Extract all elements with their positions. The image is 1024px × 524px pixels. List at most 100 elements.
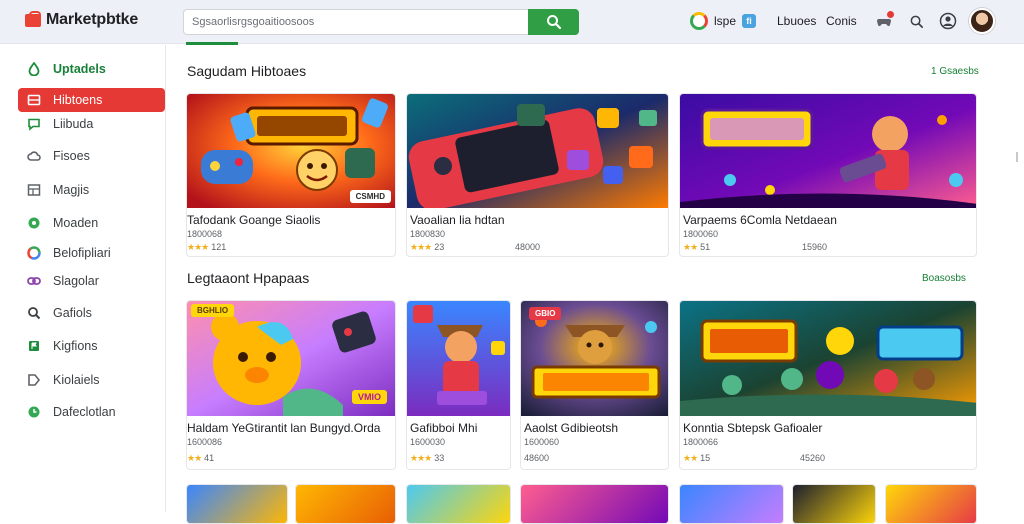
rating-value: 15 [700, 453, 711, 463]
section-title: Legtaaont Hpapaas [187, 270, 310, 286]
game-card[interactable] [186, 484, 288, 524]
card-title: Konntia Sbtepsk Gafioaler [683, 421, 823, 435]
table-icon [27, 184, 41, 196]
search-icon [546, 15, 561, 30]
search-bar [183, 9, 579, 35]
search-button[interactable] [528, 9, 579, 35]
card-rating: ★★ 51 [683, 242, 710, 253]
chat-icon [28, 118, 40, 131]
avatar[interactable] [969, 8, 995, 34]
game-card[interactable] [792, 484, 876, 524]
sidebar-item-slagolar[interactable]: Slagolar [18, 269, 165, 293]
rating-value: 23 [434, 242, 445, 252]
card-meta: 1600060 [524, 437, 560, 447]
game-thumbnail [793, 485, 875, 523]
rating-value: 51 [700, 242, 711, 252]
see-all-link[interactable]: 1 Gsaesbs [931, 66, 979, 77]
nav-link-2[interactable]: Conis [826, 8, 857, 34]
sidebar-item-label: Uptadels [53, 62, 106, 76]
game-card[interactable] [406, 484, 511, 524]
search-icon [28, 307, 41, 320]
card-rating: ★★ 41 [187, 453, 214, 464]
language-label: lspe [714, 14, 737, 28]
rating-stars: ★★★ [410, 453, 432, 463]
card-download-count: 45260 [800, 453, 826, 463]
sidebar-item-kiolaiels[interactable]: Kiolaiels [18, 368, 165, 392]
card-rating: ★★ 15 [683, 453, 710, 464]
sidebar-item-belofipliari[interactable]: Belofipliari [18, 241, 165, 265]
rating-stars: ★★★ [187, 242, 209, 252]
card-rating: ★★★ 23 [410, 242, 444, 253]
scrollbar-thumb[interactable] [1016, 152, 1018, 162]
card-meta: 1600030 [410, 437, 446, 447]
sidebar-item-label: Hibtoens [53, 93, 103, 107]
card-download-count: 48000 [515, 242, 541, 252]
chrome-icon [27, 246, 41, 260]
see-all-link[interactable]: Boasosbs [922, 273, 966, 284]
sidebar-item-kigfions[interactable]: Kigfions [18, 334, 165, 358]
sidebar-item-label: Liibuda [53, 117, 94, 131]
game-card[interactable]: Varpaems 6Comla Netdaean 1800060 ★★ 51 15… [679, 93, 977, 257]
search-toggle-button[interactable] [905, 10, 927, 32]
sidebar-item-label: Belofipliari [53, 246, 111, 260]
sidebar-item-label: Moaden [53, 216, 99, 230]
sidebar-item-dafeclotlan[interactable]: Dafeclotlan [18, 400, 165, 424]
app-logo[interactable]: Marketpbtke [24, 11, 138, 29]
game-card[interactable]: BGHLIO VMIO Haldam YeGtirantit lan Bungy… [186, 300, 396, 470]
game-card[interactable]: Gafibboi Mhi 1600030 ★★★ 33 [406, 300, 511, 470]
clock-icon [28, 406, 40, 418]
rating-stars: ★★ [187, 453, 202, 463]
game-thumbnail [407, 485, 510, 523]
google-icon [690, 12, 708, 30]
game-thumbnail [680, 485, 783, 523]
game-thumbnail [680, 301, 976, 416]
sidebar-item-label: Kigfions [53, 339, 98, 353]
card-meta: 1800830 [410, 229, 446, 239]
game-thumbnail [407, 301, 510, 416]
game-card[interactable]: Vaoalian lia hdtan 1800830 ★★★ 23 48000 [406, 93, 669, 257]
sidebar-item-updates[interactable]: Uptadels [18, 57, 165, 81]
game-card[interactable] [295, 484, 396, 524]
sidebar-item-label: Gafiols [53, 306, 92, 320]
sidebar-item-label: Fisoes [53, 149, 90, 163]
game-card[interactable]: CSMHD Tafodank Goange Siaolis 1800068 ★★… [186, 93, 396, 257]
rating-value: 121 [211, 242, 227, 252]
card-rating: ★★★ 33 [410, 453, 444, 464]
game-card[interactable]: GBIO Aaolst Gdibieotsh 1600060 48600 [520, 300, 669, 470]
search-input[interactable] [183, 9, 528, 35]
notifications-button[interactable] [873, 10, 895, 32]
card-title: Haldam YeGtirantit lan Bungyd.Orda [187, 421, 381, 435]
circle-icon [28, 217, 40, 229]
account-button[interactable] [937, 10, 959, 32]
card-title: Vaoalian lia hdtan [410, 213, 505, 227]
sidebar-item-fisoes[interactable]: Fisoes [18, 144, 165, 168]
card-title: Gafibboi Mhi [410, 421, 478, 435]
sidebar-item-moaden[interactable]: Moaden [18, 211, 165, 235]
card-tag: VMIO [351, 390, 387, 404]
sidebar-item-hibtoens[interactable]: Hibtoens [18, 88, 165, 112]
rating-stars: ★★★ [410, 242, 432, 252]
card-title: Aaolst Gdibieotsh [524, 421, 619, 435]
game-card[interactable] [679, 484, 784, 524]
active-tab-indicator [186, 42, 238, 45]
game-card[interactable] [885, 484, 977, 524]
link-icon [27, 277, 41, 285]
card-meta: 1800066 [683, 437, 719, 447]
cloud-icon [27, 151, 41, 161]
sidebar-item-label: Kiolaiels [53, 373, 100, 387]
game-thumbnail: BGHLIO VMIO [187, 301, 395, 416]
sidebar-item-liibuda[interactable]: Liibuda [18, 112, 165, 136]
sidebar: Uptadels Hibtoens Liibuda Fisoes Magjis … [0, 45, 166, 512]
rating-value: 41 [204, 453, 215, 463]
nav-link-1[interactable]: Lbuoes [777, 8, 816, 34]
game-card[interactable] [520, 484, 669, 524]
sidebar-item-magjis[interactable]: Magjis [18, 178, 165, 202]
card-tag: BGHLIO [191, 304, 235, 317]
card-meta: 1600086 [187, 437, 223, 447]
language-selector[interactable]: lspe fi [690, 8, 757, 34]
sidebar-item-gafiols[interactable]: Gafiols [18, 301, 165, 325]
rating-stars: ★★ [683, 242, 698, 252]
game-card[interactable]: Konntia Sbtepsk Gafioaler 1800066 ★★ 15 4… [679, 300, 977, 470]
notification-badge [887, 11, 894, 18]
tag-icon [28, 374, 41, 386]
